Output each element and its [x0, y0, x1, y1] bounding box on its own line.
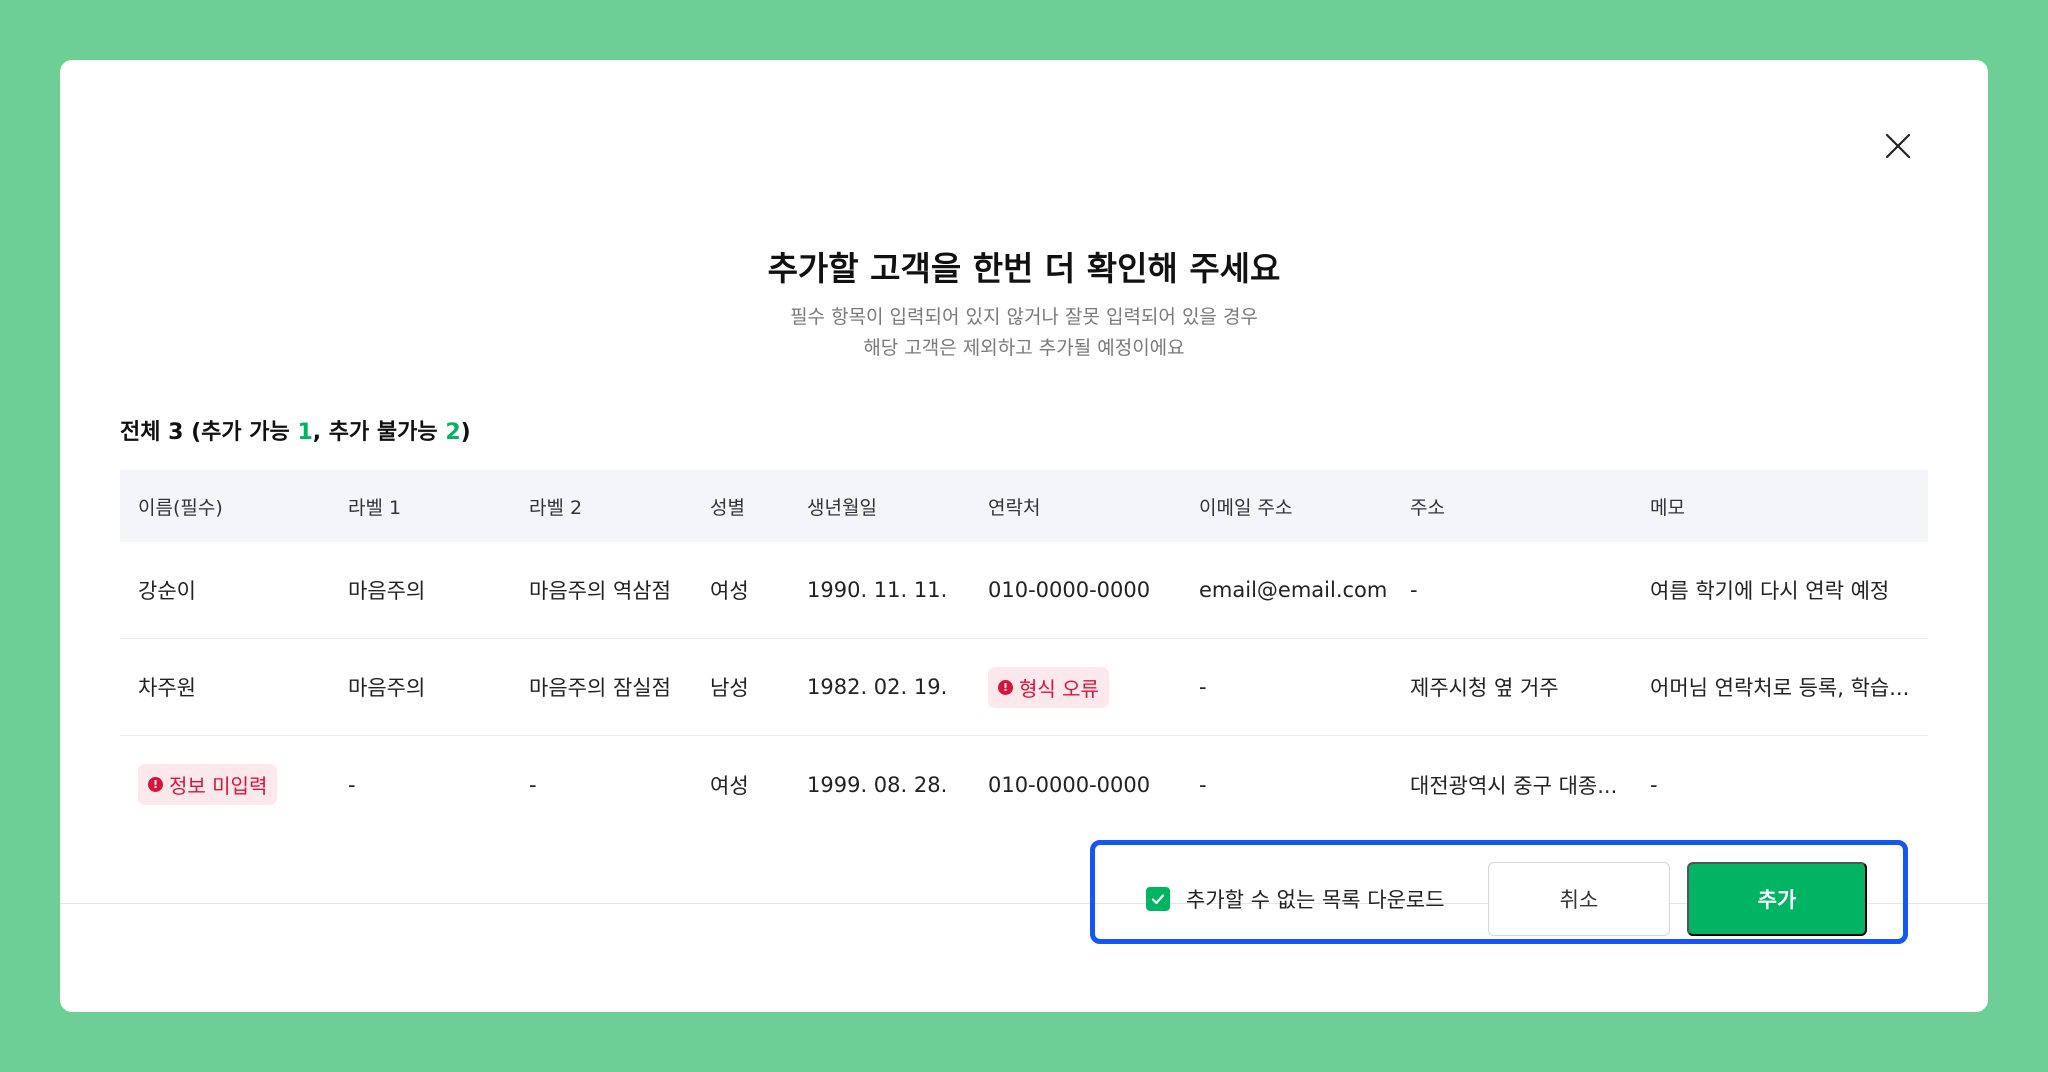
cell-birthdate: 1990. 11. 11.: [807, 578, 948, 602]
header-memo: 메모: [1650, 496, 1685, 519]
table-row: 강순이 마음주의 마음주의 역삼점 여성 1990. 11. 11. 010-0…: [120, 542, 1928, 639]
summary-prefix: 전체 3 (추가 가능: [120, 420, 298, 445]
cell-name: ! 정보 미입력: [120, 764, 330, 805]
format-error-text: 형식 오류: [1019, 676, 1099, 701]
cancel-button[interactable]: 취소: [1488, 862, 1670, 936]
summary-middle: , 추가 불가능: [312, 420, 446, 445]
summary-possible-count: 1: [297, 420, 313, 445]
table-row: ! 정보 미입력 - - 여성 1999. 08. 28. 010-0000-0…: [120, 736, 1928, 833]
table-row: 차주원 마음주의 마음주의 잠실점 남성 1982. 02. 19. ! 형식 …: [120, 639, 1928, 736]
cell-name: 강순이: [138, 579, 196, 603]
table-header: 이름(필수) 라벨 1 라벨 2 성별 생년월일 연락처 이메일 주소 주소 메…: [120, 470, 1928, 542]
cell-gender: 남성: [710, 676, 749, 700]
header-email: 이메일 주소: [1199, 496, 1293, 519]
customer-table: 이름(필수) 라벨 1 라벨 2 성별 생년월일 연락처 이메일 주소 주소 메…: [120, 470, 1928, 833]
cell-memo: 여름 학기에 다시 연락 예정: [1650, 579, 1890, 603]
cell-address: 대전광역시 중구 대종...: [1410, 773, 1618, 798]
cell-birthdate: 1982. 02. 19.: [807, 675, 948, 699]
subtitle-line-1: 필수 항목이 입력되어 있지 않거나 잘못 입력되어 있을 경우: [790, 306, 1258, 328]
header-gender: 성별: [710, 496, 745, 519]
header-birthdate: 생년월일: [807, 496, 877, 519]
error-icon: !: [998, 679, 1013, 695]
modal-subtitle: 필수 항목이 입력되어 있지 않거나 잘못 입력되어 있을 경우 해당 고객은 …: [60, 302, 1988, 364]
cell-gender: 여성: [710, 773, 749, 798]
summary-impossible-count: 2: [445, 420, 461, 445]
cell-phone: ! 형식 오류: [970, 666, 1181, 708]
cell-birthdate: 1999. 08. 28.: [807, 772, 948, 797]
cell-label1: -: [348, 772, 356, 797]
modal-title: 추가할 고객을 한번 더 확인해 주세요: [767, 249, 1281, 288]
subtitle-line-2: 해당 고객은 제외하고 추가될 예정이에요: [863, 337, 1185, 359]
close-button[interactable]: [1878, 126, 1918, 166]
summary-suffix: ): [460, 420, 471, 445]
cell-phone: 010-0000-0000: [988, 578, 1151, 602]
cell-memo: -: [1650, 772, 1658, 797]
cell-label2: 마음주의 역삼점: [529, 579, 671, 603]
header-address: 주소: [1410, 496, 1445, 519]
missing-info-badge: ! 정보 미입력: [138, 764, 278, 805]
cell-email: -: [1199, 675, 1207, 699]
cell-name: 차주원: [138, 676, 196, 700]
error-icon: !: [148, 777, 163, 792]
format-error-badge: ! 형식 오류: [988, 666, 1109, 708]
cell-email: -: [1199, 772, 1207, 797]
summary-count: 전체 3 (추가 가능 1, 추가 불가능 2): [120, 414, 471, 446]
missing-info-text: 정보 미입력: [169, 774, 268, 798]
cell-label2: 마음주의 잠실점: [529, 676, 671, 700]
cell-address: 제주시청 옆 거주: [1410, 676, 1559, 700]
download-checkbox[interactable]: [1146, 887, 1170, 911]
check-icon: [1151, 894, 1165, 905]
header-phone: 연락처: [988, 496, 1041, 519]
cell-memo: 어머님 연락처로 등록, 학습...: [1650, 676, 1910, 700]
add-button[interactable]: 추가: [1687, 862, 1867, 936]
cell-phone: 010-0000-0000: [988, 772, 1151, 797]
header-name: 이름(필수): [138, 496, 223, 519]
cell-label1: 마음주의: [348, 579, 426, 603]
cell-address: -: [1410, 578, 1418, 602]
cell-gender: 여성: [710, 579, 749, 603]
cell-label1: 마음주의: [348, 676, 426, 700]
close-icon: [1885, 133, 1911, 159]
header-label2: 라벨 2: [529, 496, 583, 519]
header-label1: 라벨 1: [348, 496, 402, 519]
download-checkbox-label: 추가할 수 없는 목록 다운로드: [1186, 888, 1445, 912]
cell-label2: -: [529, 772, 537, 797]
download-checkbox-option[interactable]: 추가할 수 없는 목록 다운로드: [1146, 884, 1445, 914]
cell-email: email@email.com: [1199, 578, 1388, 602]
